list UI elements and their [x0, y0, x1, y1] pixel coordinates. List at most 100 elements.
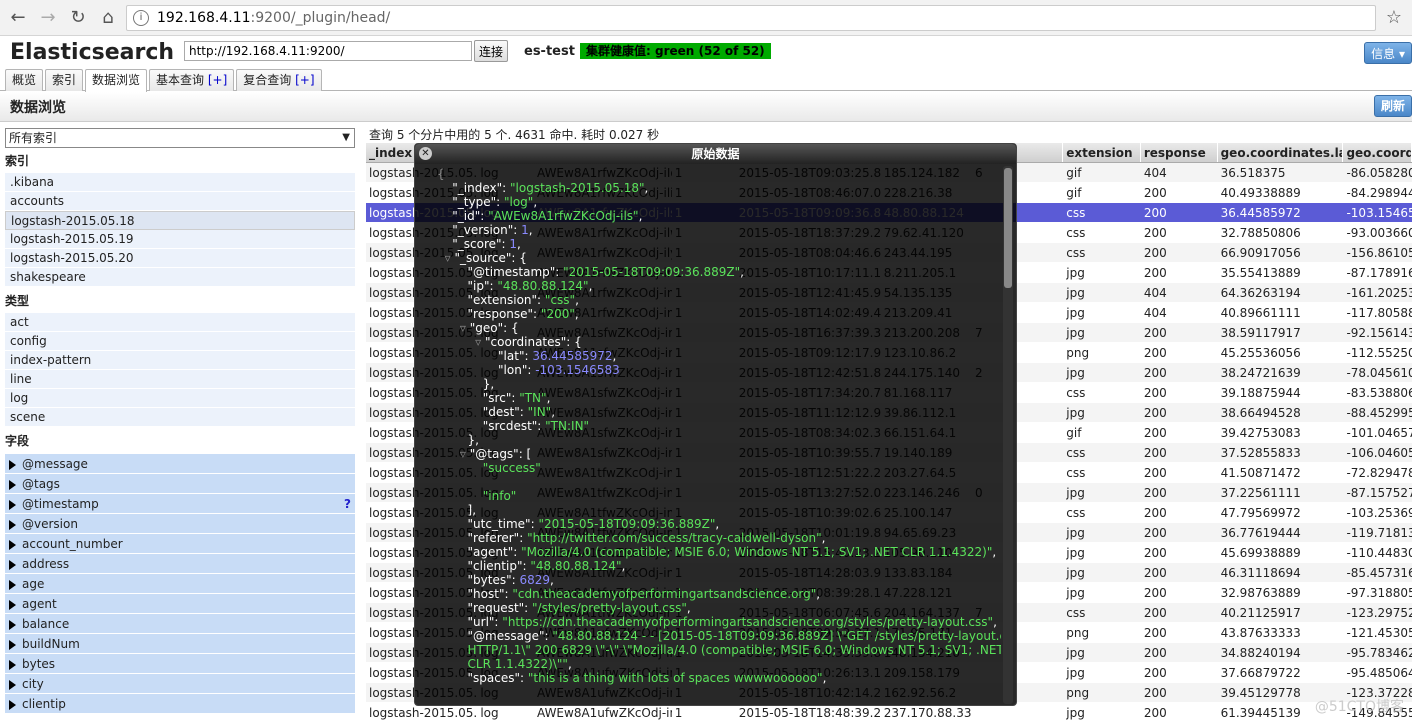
table-row[interactable]: logstash-2015.05.18logAWEw8A1ufwZKcOdj-i… [366, 703, 1412, 723]
expand-triangle-icon [9, 699, 16, 710]
field-item[interactable]: account_number [5, 534, 355, 554]
url-path: :9200/_plugin/head/ [250, 9, 391, 26]
type-item[interactable]: line [5, 370, 355, 389]
index-item[interactable]: .kibana [5, 173, 355, 192]
table-cell: 200 [1143, 266, 1167, 280]
index-item[interactable]: logstash-2015.05.20 [5, 249, 355, 268]
json-line: ▿ "geo": { [437, 321, 1001, 335]
help-icon[interactable]: ? [344, 494, 351, 514]
type-item[interactable]: config [5, 332, 355, 351]
table-cell: -72.8294783 [1346, 466, 1412, 480]
field-item[interactable]: buildNum [5, 634, 355, 654]
expand-triangle-icon [9, 579, 16, 590]
index-item[interactable]: logstash-2015.05.19 [5, 230, 355, 249]
column-header[interactable]: extension [1063, 143, 1141, 162]
tab-browser[interactable]: 数据浏览 [85, 69, 148, 92]
field-item[interactable]: @tags [5, 474, 355, 494]
field-item[interactable]: @message [5, 454, 355, 474]
field-item[interactable]: agent [5, 594, 355, 614]
json-line: "host": "cdn.theacademyofperformingartsa… [437, 587, 1001, 601]
json-line: ▿ "@tags": [ [437, 447, 1001, 461]
field-item[interactable]: @timestamp? [5, 494, 355, 514]
index-item[interactable]: logstash-2015.05.18 [5, 211, 355, 230]
field-item[interactable]: clientip [5, 694, 355, 714]
table-cell: 38.24721639 [1220, 366, 1301, 380]
table-cell: 34.88240194 [1220, 646, 1301, 660]
tab-basic-query[interactable]: 基本查询 [+] [149, 69, 235, 91]
main-tabs: 概览 索引 数据浏览 基本查询 [+] 复合查询 [+] [0, 69, 1412, 92]
field-item[interactable]: city [5, 674, 355, 694]
tab-compound-query[interactable]: 复合查询 [+] [236, 69, 322, 91]
site-info-icon[interactable]: i [133, 9, 149, 26]
json-line: "src": "TN", [437, 391, 1001, 405]
column-header[interactable]: geo.coordinates.lat [1218, 143, 1344, 162]
indices-heading: 索引 [5, 154, 30, 168]
bookmark-star-icon[interactable]: ☆ [1382, 7, 1406, 28]
json-value: "AWEw8A1rfwZKcOdj-ils" [488, 209, 639, 223]
table-cell: png [1066, 626, 1090, 640]
table-cell: 45.69938889 [1220, 546, 1301, 560]
table-cell: -161.202536 [1346, 286, 1412, 300]
dialog-scrollbar[interactable] [1003, 166, 1013, 704]
address-bar[interactable]: i 192.168.4.11:9200/_plugin/head/ [126, 4, 1376, 31]
json-key: "_id": [452, 209, 489, 223]
refresh-button[interactable]: 刷新 [1373, 95, 1412, 117]
fields-heading: 字段 [5, 434, 30, 448]
field-item[interactable]: address [5, 554, 355, 574]
home-icon[interactable]: ⌂ [96, 6, 120, 30]
table-cell: 36.518375 [1220, 166, 1286, 180]
table-cell: css [1066, 386, 1086, 400]
json-value: CLR 1.1.4322)\"" [467, 657, 568, 671]
watermark: @51CTO博客 [1314, 699, 1404, 715]
type-item[interactable]: act [5, 313, 355, 332]
back-icon[interactable]: ← [6, 6, 30, 30]
table-cell: 200 [1143, 466, 1167, 480]
type-item[interactable]: scene [5, 408, 355, 427]
json-key: , [740, 265, 744, 279]
json-line: ▿ "_source": { [437, 251, 1001, 265]
column-header[interactable]: geo.coordina [1343, 143, 1412, 162]
reload-icon[interactable]: ↻ [66, 6, 90, 30]
expand-triangle-icon [9, 479, 16, 490]
index-select[interactable]: 所有索引 ▼ [5, 128, 355, 148]
json-line: "_version": 1, [437, 223, 1001, 237]
index-item[interactable]: shakespeare [5, 268, 355, 287]
table-cell: jpg [1066, 286, 1085, 300]
table-cell: -156.861057 [1346, 246, 1412, 260]
table-cell: 200 [1143, 546, 1167, 560]
json-indent: ▿ [437, 447, 470, 461]
type-item[interactable]: log [5, 389, 355, 408]
json-key: , [528, 223, 533, 237]
json-line: "response": "200", [437, 307, 1001, 321]
table-cell: 200 [1143, 646, 1167, 660]
index-item[interactable]: accounts [5, 192, 355, 211]
info-button[interactable]: 信息 ▾ [1364, 42, 1412, 64]
field-item[interactable]: balance [5, 614, 355, 634]
forward-icon[interactable]: → [36, 6, 60, 30]
table-cell: 200 [1143, 446, 1167, 460]
field-item[interactable]: bytes [5, 654, 355, 674]
json-value: "this is a thing with lots of spaces www… [527, 671, 823, 685]
field-item[interactable]: @version [5, 514, 355, 534]
json-line: "utc_time": "2015-05-18T09:09:36.889Z", [437, 517, 1001, 531]
table-cell: jpg [1066, 566, 1085, 580]
tab-indices[interactable]: 索引 [45, 69, 84, 91]
tab-overview[interactable]: 概览 [5, 69, 44, 91]
field-item[interactable]: age [5, 574, 355, 594]
column-header[interactable]: response [1141, 143, 1218, 162]
expand-triangle-icon [9, 559, 16, 570]
type-item[interactable]: index-pattern [5, 351, 355, 370]
table-cell: -103.253699 [1346, 506, 1412, 520]
cluster-url-input[interactable] [184, 41, 472, 61]
json-indent: ▿ [437, 335, 485, 349]
scroll-thumb[interactable] [1004, 168, 1012, 288]
json-key: "_source": { [454, 251, 527, 265]
connect-button[interactable]: 连接 [474, 40, 509, 62]
fields-list: @message @tags @timestamp? @version acco… [5, 454, 355, 714]
